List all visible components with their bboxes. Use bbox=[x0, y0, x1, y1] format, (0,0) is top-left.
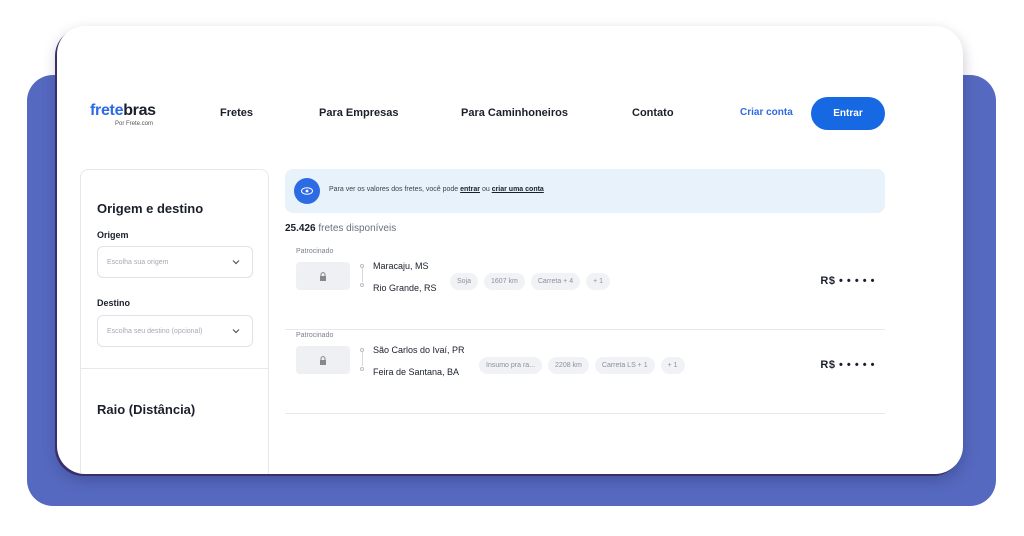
destination-city: Feira de Santana, BA bbox=[373, 367, 460, 377]
vehicle-chip: Carreta + 4 bbox=[530, 273, 581, 290]
logo-part-bras: bras bbox=[123, 102, 156, 119]
origem-select[interactable]: Escolha sua origem bbox=[97, 246, 253, 278]
destino-placeholder: Escolha seu destino (opcional) bbox=[107, 327, 203, 335]
vehicle-chip: Carreta LS + 1 bbox=[594, 357, 655, 374]
route-line bbox=[361, 352, 363, 366]
filter-sidebar: Origem e destino Origem Escolha sua orig… bbox=[80, 169, 269, 474]
chevron-down-icon bbox=[232, 260, 240, 265]
sidebar-divider bbox=[81, 368, 268, 369]
destination-dot-icon bbox=[360, 283, 364, 287]
nav-fretes[interactable]: Fretes bbox=[220, 107, 253, 119]
distance-chip: 2208 km bbox=[548, 357, 589, 374]
logo-subtitle: Por Frete.com bbox=[115, 121, 154, 127]
company-logo-locked bbox=[296, 262, 350, 290]
results-label: fretes disponíveis bbox=[318, 223, 397, 234]
sponsored-label: Patrocinado bbox=[296, 332, 334, 339]
lock-icon bbox=[320, 271, 326, 281]
banner-entrar-link[interactable]: entrar bbox=[460, 186, 480, 193]
product-chip: Insumo pra ra... bbox=[479, 357, 543, 374]
freight-row[interactable]: Patrocinado São Carlos do Ivaí, PR Feira… bbox=[285, 332, 885, 414]
origem-placeholder: Escolha sua origem bbox=[107, 258, 169, 266]
nav-para-empresas[interactable]: Para Empresas bbox=[319, 107, 399, 119]
info-banner: Para ver os valores dos fretes, você pod… bbox=[285, 169, 885, 213]
origin-city: Maracaju, MS bbox=[373, 261, 429, 271]
origin-city: São Carlos do Ivaí, PR bbox=[373, 345, 465, 355]
destination-city: Rio Grande, RS bbox=[373, 283, 437, 293]
raio-title: Raio (Distância) bbox=[97, 402, 196, 417]
criar-conta-link[interactable]: Criar conta bbox=[740, 107, 793, 118]
banner-message: Para ver os valores dos fretes, você pod… bbox=[329, 186, 544, 193]
destino-select[interactable]: Escolha seu destino (opcional) bbox=[97, 315, 253, 347]
freight-row[interactable]: Patrocinado Maracaju, MS Rio Grande, RS … bbox=[285, 248, 885, 330]
banner-text-before: Para ver os valores dos fretes, você pod… bbox=[329, 186, 459, 193]
chevron-down-icon bbox=[232, 329, 240, 334]
lock-icon bbox=[320, 355, 326, 365]
results-number: 25.426 bbox=[285, 223, 316, 234]
destino-label: Destino bbox=[97, 298, 131, 308]
company-logo-locked bbox=[296, 346, 350, 374]
nav-contato[interactable]: Contato bbox=[632, 107, 674, 119]
more-chip: + 1 bbox=[586, 273, 611, 290]
freight-tags: Soja 1607 km Carreta + 4 + 1 bbox=[450, 273, 611, 290]
fretebras-logo[interactable]: fretebras Por Frete.com bbox=[90, 102, 156, 127]
nav-para-caminhoneiros[interactable]: Para Caminhoneiros bbox=[461, 107, 568, 119]
more-chip: + 1 bbox=[660, 357, 685, 374]
sponsored-label: Patrocinado bbox=[296, 248, 334, 255]
freight-tags: Insumo pra ra... 2208 km Carreta LS + 1 … bbox=[479, 357, 685, 374]
browser-card: fretebras Por Frete.com Fretes Para Empr… bbox=[57, 26, 963, 474]
route-line bbox=[361, 268, 363, 282]
results-count: 25.426 fretes disponíveis bbox=[285, 223, 396, 234]
logo-part-frete: frete bbox=[90, 102, 124, 119]
distance-chip: 1607 km bbox=[484, 273, 525, 290]
banner-text-mid: ou bbox=[481, 186, 490, 193]
destination-dot-icon bbox=[360, 367, 364, 371]
hidden-price: R$ • • • • • bbox=[820, 359, 875, 371]
eye-icon bbox=[294, 178, 320, 204]
origem-destino-title: Origem e destino bbox=[97, 201, 204, 216]
banner-criar-conta-link[interactable]: criar uma conta bbox=[492, 186, 544, 193]
hidden-price: R$ • • • • • bbox=[820, 275, 875, 287]
entrar-button[interactable]: Entrar bbox=[811, 97, 885, 130]
product-chip: Soja bbox=[450, 273, 479, 290]
origem-label: Origem bbox=[97, 230, 129, 240]
